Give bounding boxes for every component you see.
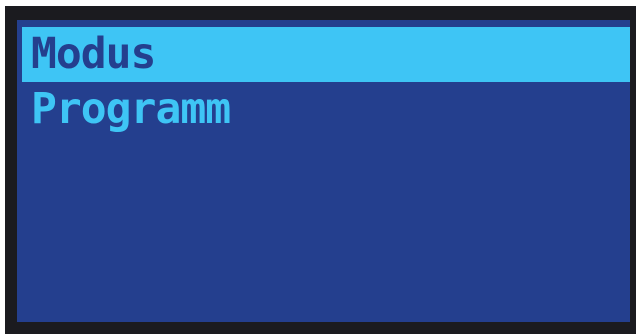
menu-item-programm[interactable]: Programm — [22, 82, 630, 137]
menu-item-modus[interactable]: Modus — [22, 27, 630, 82]
lcd-screen: Modus Programm — [17, 20, 630, 322]
